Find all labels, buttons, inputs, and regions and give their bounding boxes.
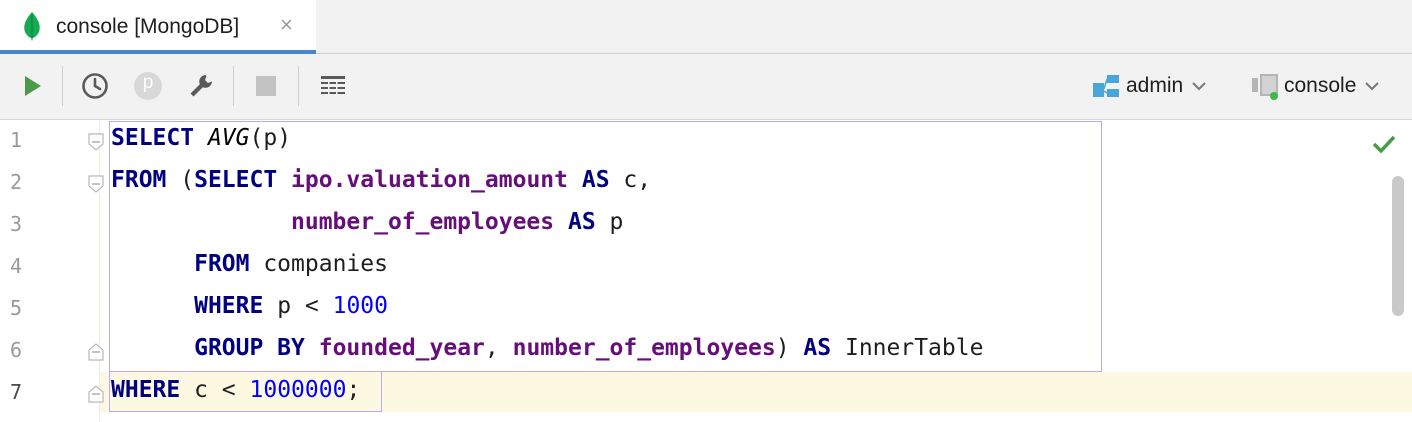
parameters-button[interactable]: p	[132, 70, 164, 102]
connection-icon	[1252, 74, 1278, 100]
table-icon	[321, 76, 345, 94]
code-text: SELECT AVG(p)	[111, 125, 291, 151]
code-line[interactable]: 6 GROUP BY founded_year, number_of_emplo…	[0, 330, 1390, 372]
chevron-down-icon	[1192, 82, 1206, 91]
sql-column: ipo.valuation_amount	[291, 167, 568, 193]
code-editor[interactable]: 1 SELECT AVG(p) 2 FROM (SELECT ipo.valuatio…	[0, 120, 1412, 422]
check-icon	[1372, 134, 1396, 159]
wrench-icon	[190, 75, 212, 97]
fold-marker-icon[interactable]	[88, 343, 104, 361]
line-number: 5	[10, 296, 23, 320]
schema-icon	[1093, 75, 1119, 97]
sql-text: ,	[484, 335, 513, 361]
code-line[interactable]: 4 FROM companies	[0, 246, 1390, 288]
code-text: WHERE c < 1000000;	[111, 377, 360, 403]
clock-icon	[82, 73, 108, 99]
sql-text: ;	[346, 377, 361, 403]
code-text: GROUP BY founded_year, number_of_employe…	[111, 335, 983, 361]
parameter-label: p	[142, 72, 154, 93]
settings-button[interactable]	[185, 70, 217, 102]
line-number: 7	[10, 380, 23, 404]
sql-text: InnerTable	[831, 335, 984, 361]
fold-marker-icon[interactable]	[88, 385, 104, 403]
schema-label: admin	[1126, 74, 1184, 97]
close-icon[interactable]: ×	[280, 14, 293, 36]
sql-text: c <	[180, 377, 250, 403]
code-text: FROM companies	[111, 251, 388, 277]
code-text: number_of_employees AS p	[111, 209, 623, 235]
run-button[interactable]	[16, 70, 48, 102]
sql-keyword: SELECT	[194, 167, 278, 193]
sql-text: )	[775, 335, 804, 361]
sql-keyword: AS	[803, 335, 832, 361]
code-text: WHERE p < 1000	[111, 293, 388, 319]
line-number: 3	[10, 212, 23, 236]
sql-text: c,	[609, 167, 652, 193]
line-number: 1	[10, 128, 23, 152]
stop-button[interactable]	[250, 70, 282, 102]
toolbar: p admin console	[0, 54, 1412, 120]
sql-column: number_of_employees	[512, 335, 776, 361]
sql-text: (	[166, 167, 195, 193]
fold-marker-icon[interactable]	[88, 133, 104, 151]
sql-keyword: AS	[581, 167, 610, 193]
sql-function: AVG	[207, 125, 250, 151]
stop-icon	[256, 76, 276, 96]
vertical-scrollbar[interactable]	[1392, 176, 1404, 316]
code-line[interactable]: 2 FROM (SELECT ipo.valuation_amount AS c,	[0, 162, 1390, 204]
sql-keyword: WHERE	[194, 293, 264, 319]
toolbar-separator	[298, 66, 299, 106]
schema-selector[interactable]: admin	[1092, 70, 1207, 102]
output-table-button[interactable]	[317, 70, 349, 102]
console-selector[interactable]: console	[1250, 70, 1380, 102]
sql-text: (p)	[249, 125, 292, 151]
toolbar-separator	[62, 66, 63, 106]
tab-label: console [MongoDB]	[56, 15, 240, 38]
sql-keyword: AS	[567, 209, 596, 235]
fold-marker-icon[interactable]	[88, 175, 104, 193]
sql-keyword: GROUP BY	[194, 335, 305, 361]
chevron-down-icon	[1365, 82, 1380, 91]
line-number: 2	[10, 170, 23, 194]
play-icon	[25, 76, 41, 96]
line-number: 6	[10, 338, 23, 362]
tab-bar: console [MongoDB] ×	[0, 0, 1412, 54]
sql-text: p	[595, 209, 624, 235]
code-line[interactable]: 3 number_of_employees AS p	[0, 204, 1390, 246]
toolbar-separator	[233, 66, 234, 106]
history-button[interactable]	[79, 70, 111, 102]
sql-keyword: FROM	[111, 167, 167, 193]
sql-number: 1000	[332, 293, 388, 319]
sql-number: 1000000	[249, 377, 347, 403]
line-number: 4	[10, 254, 23, 278]
sql-text: companies	[249, 251, 388, 277]
sql-column: founded_year	[318, 335, 485, 361]
mongodb-leaf-icon	[22, 12, 42, 47]
console-label: console	[1284, 74, 1357, 97]
sql-keyword: FROM	[194, 251, 250, 277]
sql-keyword: WHERE	[111, 377, 181, 403]
tab-console-mongodb[interactable]: console [MongoDB] ×	[0, 0, 316, 54]
sql-column: number_of_employees	[291, 209, 555, 235]
code-text: FROM (SELECT ipo.valuation_amount AS c,	[111, 167, 651, 193]
code-line[interactable]: 1 SELECT AVG(p)	[0, 120, 1390, 162]
sql-text: p <	[263, 293, 333, 319]
code-line[interactable]: 7 WHERE c < 1000000;	[0, 372, 1390, 414]
sql-keyword: SELECT	[111, 125, 195, 151]
code-line[interactable]: 5 WHERE p < 1000	[0, 288, 1390, 330]
